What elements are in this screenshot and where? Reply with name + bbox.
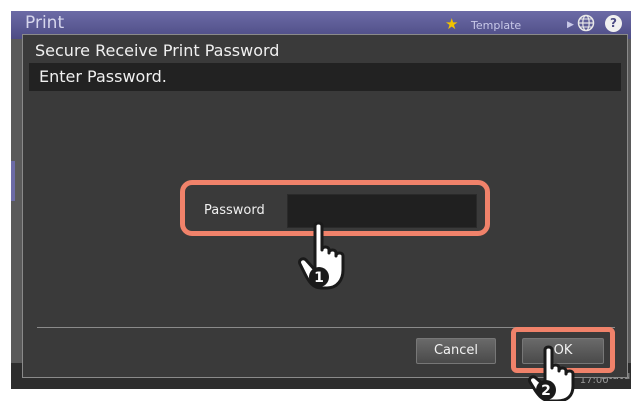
step-2-label: 2: [541, 383, 551, 399]
dialog-title: Secure Receive Print Password: [35, 41, 280, 60]
globe-icon[interactable]: [577, 14, 595, 32]
app-title: Print: [25, 13, 65, 33]
star-icon: ★: [445, 15, 459, 33]
triangle-right-icon: ▶: [567, 20, 574, 30]
password-label: Password: [204, 203, 265, 218]
side-accent: [11, 161, 15, 201]
message-bar: Enter Password.: [29, 63, 621, 91]
step-1-label: 1: [314, 270, 324, 286]
help-icon[interactable]: ?: [605, 15, 622, 32]
cancel-button[interactable]: Cancel: [416, 338, 496, 364]
hand-pointer-icon: 2: [528, 345, 575, 401]
dialog-message: Enter Password.: [39, 67, 167, 86]
template-label: Template: [471, 19, 522, 32]
hand-pointer-icon: 1: [298, 221, 345, 290]
template-button[interactable]: ★ Template ▶: [439, 15, 589, 35]
password-dialog: Secure Receive Print Password Enter Pass…: [22, 34, 628, 378]
